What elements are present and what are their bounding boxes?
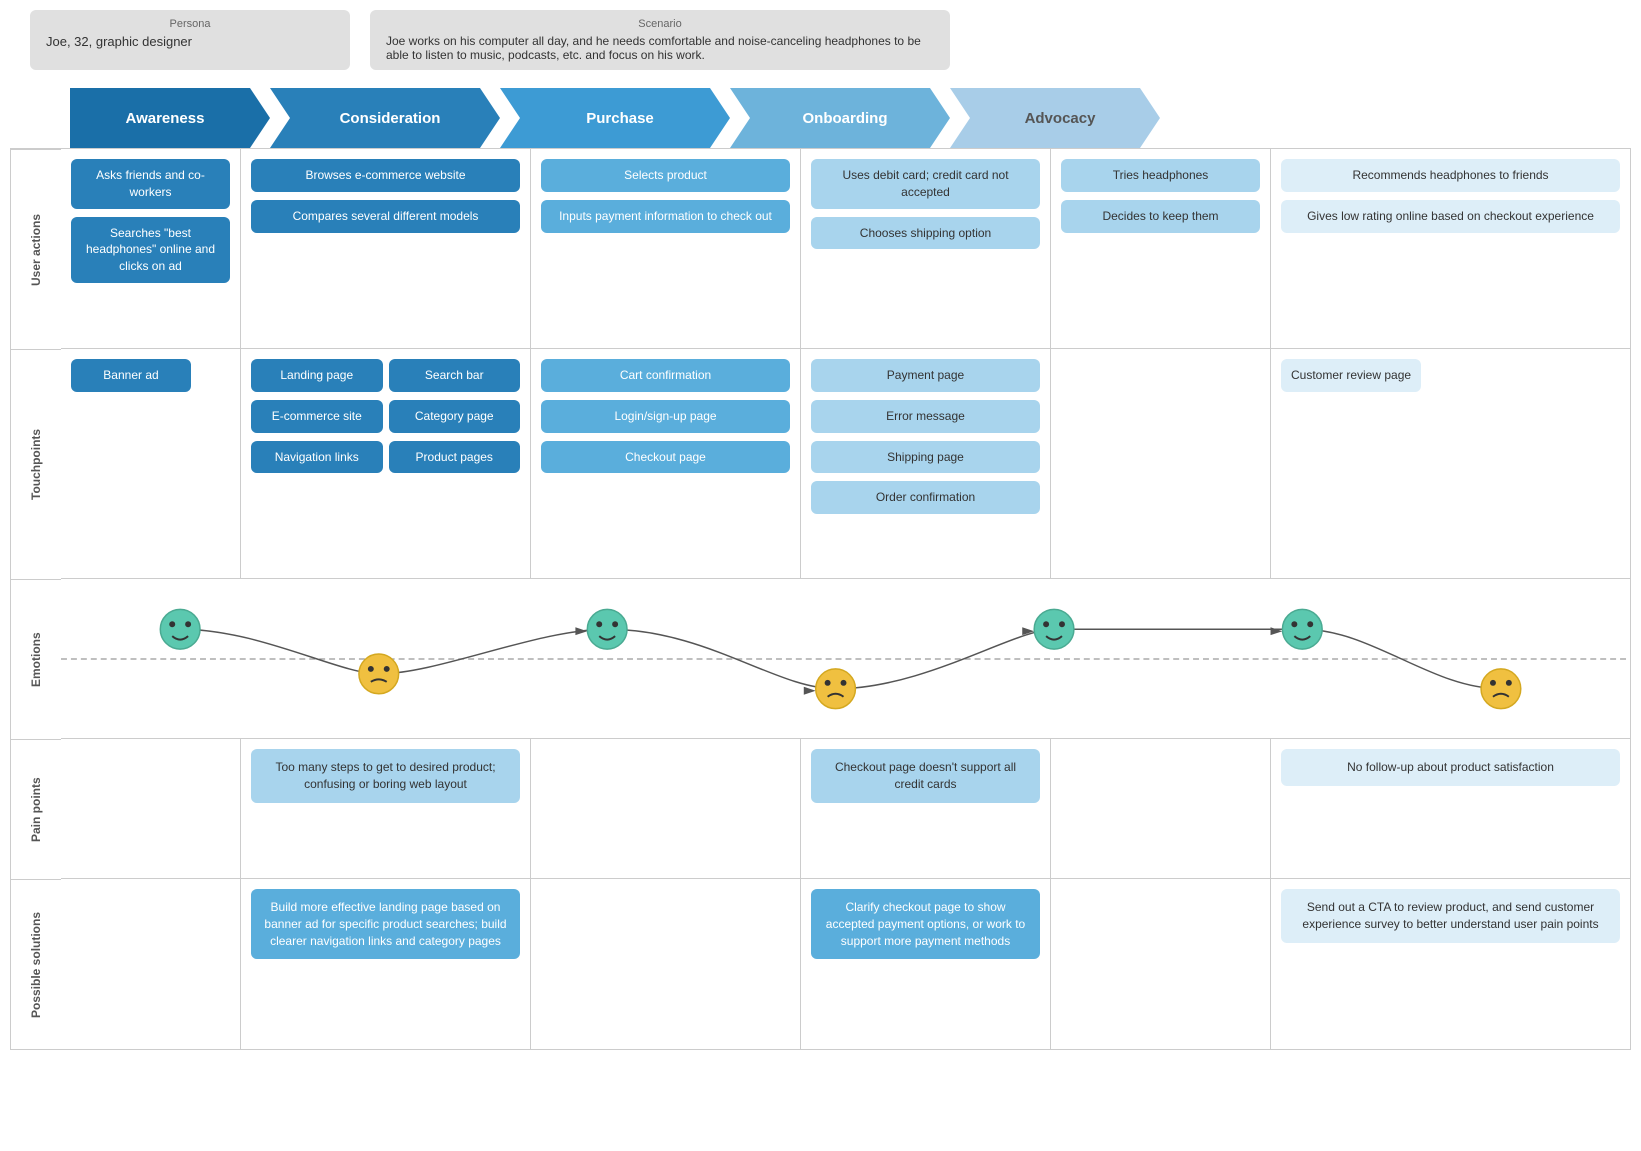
tp-purchase-3: Checkout page (541, 441, 790, 474)
sol-purchase (531, 879, 801, 1049)
sol-consideration-1: Build more effective landing page based … (251, 889, 520, 959)
ua-consideration-2: Compares several different models (251, 200, 520, 233)
ua-onboarding: Uses debit card; credit card not accepte… (801, 149, 1051, 348)
label-pain-points: Pain points (11, 739, 61, 879)
pp-advocacy-1: No follow-up about product satisfaction (1281, 749, 1620, 786)
pp-onboarding-1: Checkout page doesn't support all credit… (811, 749, 1040, 803)
tp-onboarding-1: Payment page (811, 359, 1040, 392)
pp-advocacy: No follow-up about product satisfaction (1271, 739, 1630, 878)
tp-onboarding2 (1051, 349, 1271, 578)
tp-consideration-2: Search bar (389, 359, 521, 392)
tp-onboarding: Payment page Error message Shipping page… (801, 349, 1051, 578)
tp-onboarding-2: Error message (811, 400, 1040, 433)
tp-purchase-1: Cart confirmation (541, 359, 790, 392)
phases-row: Awareness Consideration Purchase Onboard… (10, 88, 1631, 148)
pp-consideration: Too many steps to get to desired product… (241, 739, 531, 878)
top-info: Persona Joe, 32, graphic designer Scenar… (10, 10, 1631, 70)
ua-onboarding-2: Chooses shipping option (811, 217, 1040, 250)
sol-onboarding2 (1051, 879, 1271, 1049)
scenario-content: Joe works on his computer all day, and h… (386, 34, 934, 62)
user-actions-row: Asks friends and co-workers Searches "be… (61, 149, 1630, 349)
tp-consideration-4: Category page (389, 400, 521, 433)
tp-consideration-6: Product pages (389, 441, 521, 474)
phase-advocacy: Advocacy (950, 88, 1160, 148)
ua-consideration: Browses e-commerce website Compares seve… (241, 149, 531, 348)
emotions-svg (61, 579, 1630, 739)
row-labels: User actions Touchpoints Emotions Pain p… (11, 149, 61, 1049)
emotions-canvas (61, 579, 1630, 739)
phase-purchase: Purchase (500, 88, 730, 148)
ua-onboarding-1: Uses debit card; credit card not accepte… (811, 159, 1040, 209)
tp-consideration-row2: E-commerce site Category page (251, 400, 520, 433)
tp-advocacy-1: Customer review page (1281, 359, 1421, 392)
tp-onboarding-4: Order confirmation (811, 481, 1040, 514)
pp-awareness (61, 739, 241, 878)
tp-consideration-3: E-commerce site (251, 400, 383, 433)
pp-consideration-1: Too many steps to get to desired product… (251, 749, 520, 803)
phase-onboarding: Onboarding (730, 88, 950, 148)
ua-consideration-1: Browses e-commerce website (251, 159, 520, 192)
pp-purchase (531, 739, 801, 878)
ua-awareness-1: Asks friends and co-workers (71, 159, 230, 209)
ua-advocacy: Recommends headphones to friends Gives l… (1271, 149, 1630, 348)
sol-awareness (61, 879, 241, 1049)
phase-consideration: Consideration (270, 88, 500, 148)
persona-label: Persona (46, 18, 334, 30)
phase-awareness: Awareness (70, 88, 270, 148)
scenario-box: Scenario Joe works on his computer all d… (370, 10, 950, 70)
tp-consideration-1: Landing page (251, 359, 383, 392)
pp-onboarding: Checkout page doesn't support all credit… (801, 739, 1051, 878)
label-emotions: Emotions (11, 579, 61, 739)
sol-onboarding-1: Clarify checkout page to show accepted p… (811, 889, 1040, 959)
ua-onboarding2-1: Tries headphones (1061, 159, 1260, 192)
content-area: Asks friends and co-workers Searches "be… (61, 149, 1630, 1049)
ua-advocacy-1: Recommends headphones to friends (1281, 159, 1620, 192)
pp-onboarding2 (1051, 739, 1271, 878)
tp-awareness-1: Banner ad (71, 359, 191, 392)
sol-advocacy-1: Send out a CTA to review product, and se… (1281, 889, 1620, 943)
sol-onboarding: Clarify checkout page to show accepted p… (801, 879, 1051, 1049)
solutions-row: Build more effective landing page based … (61, 879, 1630, 1049)
touchpoints-row: Banner ad Landing page Search bar E-comm… (61, 349, 1630, 579)
tp-consideration: Landing page Search bar E-commerce site … (241, 349, 531, 578)
tp-advocacy: Customer review page (1271, 349, 1630, 578)
ua-purchase-2: Inputs payment information to check out (541, 200, 790, 233)
scenario-label: Scenario (386, 18, 934, 30)
ua-onboarding2-2: Decides to keep them (1061, 200, 1260, 233)
ua-awareness: Asks friends and co-workers Searches "be… (61, 149, 241, 348)
sol-advocacy: Send out a CTA to review product, and se… (1271, 879, 1630, 1049)
tp-consideration-5: Navigation links (251, 441, 383, 474)
ua-purchase-1: Selects product (541, 159, 790, 192)
ua-awareness-2: Searches "best headphones" online and cl… (71, 217, 230, 283)
main-container: Persona Joe, 32, graphic designer Scenar… (0, 0, 1641, 1151)
tp-purchase-2: Login/sign-up page (541, 400, 790, 433)
tp-onboarding-3: Shipping page (811, 441, 1040, 474)
pain-points-row: Too many steps to get to desired product… (61, 739, 1630, 879)
persona-box: Persona Joe, 32, graphic designer (30, 10, 350, 70)
label-touchpoints: Touchpoints (11, 349, 61, 579)
label-possible-solutions: Possible solutions (11, 879, 61, 1049)
tp-purchase: Cart confirmation Login/sign-up page Che… (531, 349, 801, 578)
ua-advocacy-2: Gives low rating online based on checkou… (1281, 200, 1620, 233)
persona-content: Joe, 32, graphic designer (46, 34, 334, 49)
tp-consideration-row3: Navigation links Product pages (251, 441, 520, 474)
ua-purchase: Selects product Inputs payment informati… (531, 149, 801, 348)
tp-awareness: Banner ad (61, 349, 241, 578)
journey-grid: User actions Touchpoints Emotions Pain p… (10, 148, 1631, 1050)
tp-consideration-row1: Landing page Search bar (251, 359, 520, 392)
ua-onboarding2: Tries headphones Decides to keep them (1051, 149, 1271, 348)
emotions-row (61, 579, 1630, 739)
sol-consideration: Build more effective landing page based … (241, 879, 531, 1049)
label-user-actions: User actions (11, 149, 61, 349)
